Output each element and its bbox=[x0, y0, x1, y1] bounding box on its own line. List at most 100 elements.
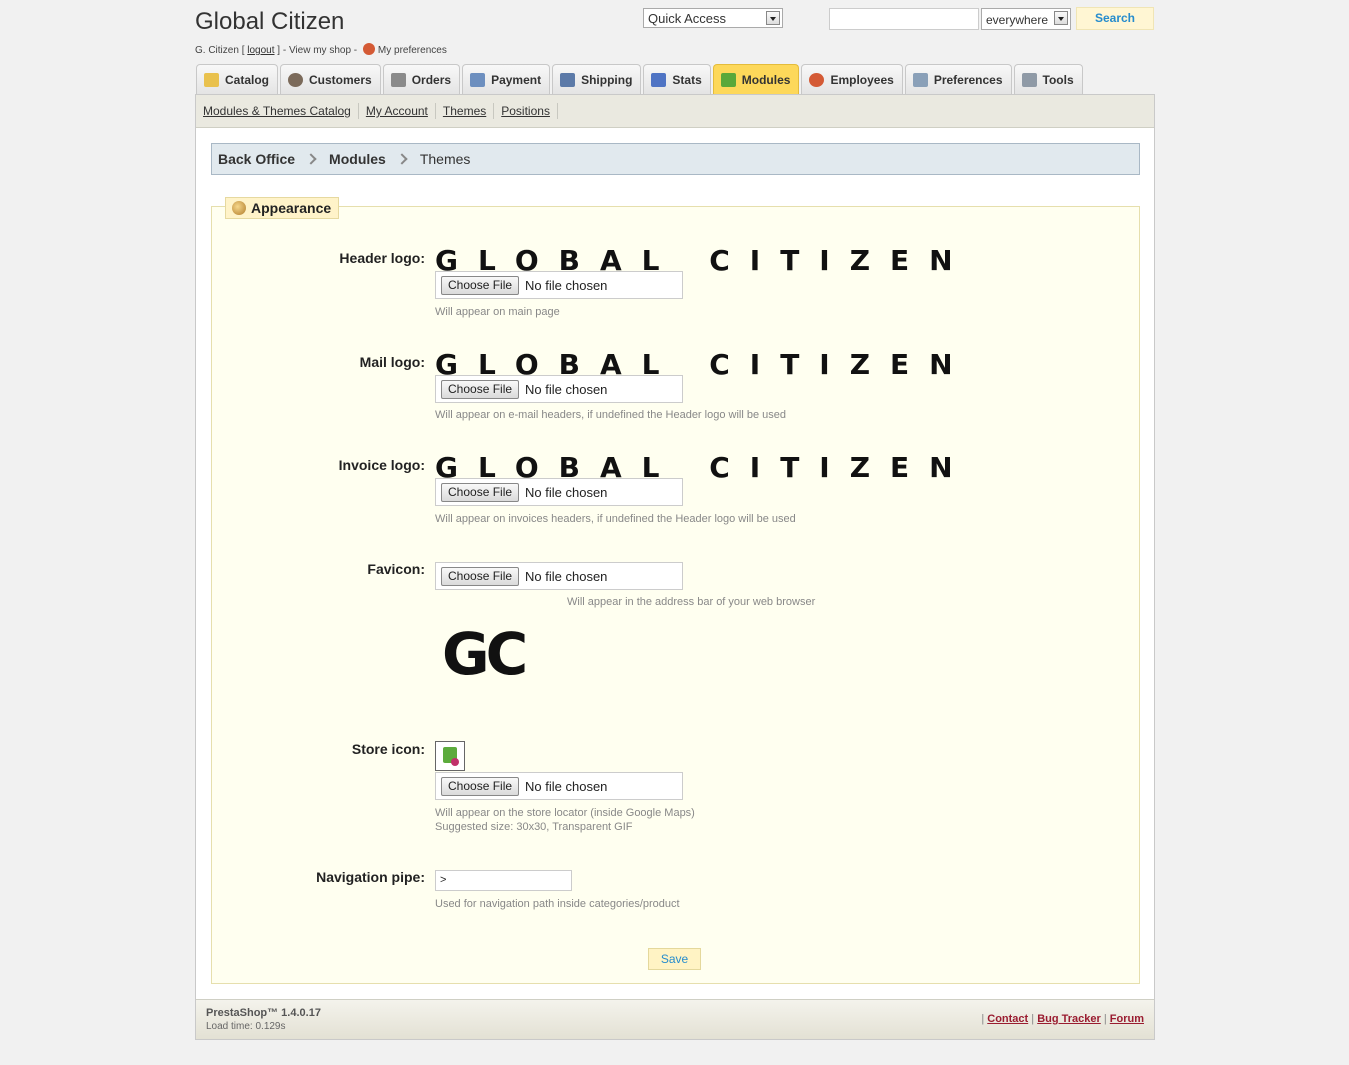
quick-access-label: Quick Access bbox=[648, 11, 727, 26]
my-preferences-link[interactable]: My preferences bbox=[378, 45, 447, 56]
chevron-right-icon bbox=[305, 153, 317, 165]
tab-stats[interactable]: Stats bbox=[643, 64, 711, 95]
tab-modules[interactable]: Modules bbox=[712, 64, 800, 95]
file-status: No file chosen bbox=[525, 778, 608, 794]
store-icon-label: Store icon: bbox=[351, 741, 425, 757]
footer: PrestaShop™ 1.4.0.17 Load time: 0.129s |… bbox=[196, 999, 1154, 1039]
chevron-right-icon bbox=[396, 153, 408, 165]
subnav-my-account[interactable]: My Account bbox=[359, 103, 436, 119]
mail-logo-hint: Will appear on e-mail headers, if undefi… bbox=[435, 409, 786, 421]
favicon-image: GC bbox=[442, 620, 528, 688]
footer-forum-link[interactable]: Forum bbox=[1110, 1013, 1144, 1025]
subnav-positions[interactable]: Positions bbox=[494, 103, 558, 119]
footer-separator: | bbox=[1103, 1013, 1107, 1025]
folder-icon bbox=[204, 73, 219, 87]
invoice-logo-file-input[interactable]: Choose File No file chosen bbox=[435, 478, 683, 506]
header-logo-file-input[interactable]: Choose File No file chosen bbox=[435, 271, 683, 299]
navigation-pipe-label: Navigation pipe: bbox=[316, 869, 425, 885]
bracket-open: [ bbox=[241, 45, 245, 56]
appearance-legend: Appearance bbox=[225, 197, 340, 219]
shop-title: Global Citizen bbox=[195, 8, 345, 35]
file-status: No file chosen bbox=[525, 277, 608, 293]
favicon-file-input[interactable]: Choose File No file chosen bbox=[435, 562, 683, 590]
breadcrumb: Back Office Modules Themes bbox=[211, 143, 1140, 175]
choose-file-button[interactable]: Choose File bbox=[441, 566, 520, 586]
choose-file-button[interactable]: Choose File bbox=[441, 482, 520, 502]
store-icon-image bbox=[435, 741, 465, 771]
footer-links: | Contact | Bug Tracker | Forum bbox=[981, 1013, 1144, 1025]
choose-file-button[interactable]: Choose File bbox=[441, 776, 520, 796]
save-button[interactable]: Save bbox=[648, 948, 701, 970]
tab-catalog[interactable]: Catalog bbox=[196, 64, 279, 95]
location-pin-icon bbox=[451, 758, 459, 766]
logout-link[interactable]: logout bbox=[247, 45, 274, 56]
main-tabs: Catalog Customers Orders Payment Shippin… bbox=[196, 64, 1083, 95]
mail-logo-file-input[interactable]: Choose File No file chosen bbox=[435, 375, 683, 403]
tab-label: Customers bbox=[309, 73, 372, 87]
tab-shipping[interactable]: Shipping bbox=[552, 64, 642, 95]
preferences-icon bbox=[912, 73, 928, 87]
tab-customers[interactable]: Customers bbox=[280, 64, 381, 95]
tab-employees[interactable]: Employees bbox=[801, 64, 903, 95]
search-scope-value: everywhere bbox=[986, 13, 1049, 27]
chevron-down-icon[interactable] bbox=[766, 11, 780, 25]
favicon-label: Favicon: bbox=[367, 561, 425, 577]
wrench-icon bbox=[1021, 73, 1037, 87]
store-icon-hint-1: Will appear on the store locator (inside… bbox=[435, 807, 695, 819]
tab-label: Preferences bbox=[933, 73, 1003, 87]
truck-icon bbox=[560, 73, 576, 87]
file-status: No file chosen bbox=[525, 484, 608, 500]
legend-label: Appearance bbox=[251, 200, 332, 216]
footer-contact-link[interactable]: Contact bbox=[987, 1013, 1028, 1025]
view-shop-link[interactable]: ] - View my shop - bbox=[277, 45, 357, 56]
tab-label: Catalog bbox=[225, 73, 270, 87]
favicon-hint: Will appear in the address bar of your w… bbox=[567, 596, 816, 608]
quick-access-select[interactable]: Quick Access bbox=[643, 8, 783, 28]
navigation-pipe-input[interactable]: > bbox=[435, 870, 572, 891]
file-status: No file chosen bbox=[525, 381, 608, 397]
invoice-logo-hint: Will appear on invoices headers, if unde… bbox=[435, 513, 796, 525]
tab-preferences[interactable]: Preferences bbox=[904, 64, 1012, 95]
tab-label: Shipping bbox=[581, 73, 633, 87]
mail-logo-label: Mail logo: bbox=[359, 354, 425, 370]
store-icon-file-input[interactable]: Choose File No file chosen bbox=[435, 772, 683, 800]
footer-load-time: Load time: 0.129s bbox=[206, 1021, 286, 1032]
chevron-down-icon[interactable] bbox=[1054, 11, 1068, 25]
tab-label: Stats bbox=[672, 73, 702, 87]
employee-icon bbox=[809, 73, 825, 87]
tab-label: Employees bbox=[830, 73, 894, 87]
employee-icon bbox=[362, 43, 375, 55]
tab-label: Orders bbox=[411, 73, 452, 87]
user-name: G. Citizen bbox=[195, 45, 239, 56]
subnav-themes[interactable]: Themes bbox=[436, 103, 495, 119]
choose-file-button[interactable]: Choose File bbox=[441, 275, 520, 295]
subnav-modules-themes-catalog[interactable]: Modules & Themes Catalog bbox=[203, 103, 359, 119]
appearance-fieldset: Appearance Header logo: GLOBAL CITIZEN C… bbox=[211, 197, 1140, 984]
tab-orders[interactable]: Orders bbox=[382, 64, 461, 95]
search-input[interactable] bbox=[829, 8, 979, 30]
file-status: No file chosen bbox=[525, 568, 608, 584]
tab-label: Tools bbox=[1042, 73, 1074, 87]
footer-version: PrestaShop™ 1.4.0.17 bbox=[206, 1007, 321, 1019]
footer-separator: | bbox=[981, 1013, 985, 1025]
tab-payment[interactable]: Payment bbox=[462, 64, 551, 95]
search-scope-select[interactable]: everywhere bbox=[981, 8, 1071, 30]
subnav: Modules & Themes Catalog My Account Them… bbox=[196, 95, 1154, 128]
cart-icon bbox=[390, 73, 406, 87]
choose-file-button[interactable]: Choose File bbox=[441, 379, 520, 399]
breadcrumb-back-office[interactable]: Back Office bbox=[218, 151, 295, 167]
search-button[interactable]: Search bbox=[1076, 7, 1154, 30]
footer-bug-tracker-link[interactable]: Bug Tracker bbox=[1037, 1013, 1101, 1025]
puzzle-icon bbox=[720, 73, 736, 87]
user-line: G. Citizen [ logout ] - View my shop - M… bbox=[195, 43, 447, 56]
user-icon bbox=[288, 73, 304, 87]
main-content: Modules & Themes Catalog My Account Them… bbox=[195, 94, 1155, 1040]
appearance-icon bbox=[232, 201, 246, 215]
header-logo-hint: Will appear on main page bbox=[435, 306, 560, 318]
tab-label: Modules bbox=[741, 73, 791, 87]
tab-tools[interactable]: Tools bbox=[1013, 64, 1083, 95]
breadcrumb-modules[interactable]: Modules bbox=[329, 151, 386, 167]
bar-chart-icon bbox=[651, 73, 667, 87]
invoice-logo-label: Invoice logo: bbox=[338, 457, 425, 473]
navigation-pipe-hint: Used for navigation path inside categori… bbox=[435, 898, 680, 910]
